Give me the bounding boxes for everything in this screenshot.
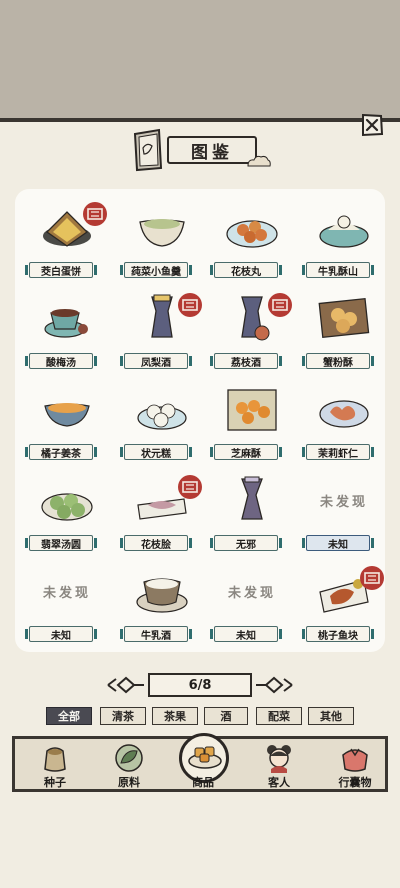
purple-vessel-dish-icon [241, 476, 263, 520]
collection-item[interactable]: 莼菜小鱼羹 [120, 202, 202, 282]
item-name-label: 花枝丸 [210, 262, 282, 278]
collection-item[interactable]: 翡翠汤圆 [25, 475, 107, 555]
collection-item[interactable]: 茉莉虾仁 [302, 384, 384, 464]
collection-item[interactable]: 荔枝酒 [210, 293, 292, 373]
shrimp-dish-icon [319, 400, 369, 428]
filter-all[interactable]: 全部 [46, 707, 92, 725]
sesame-box-dish-icon [227, 389, 277, 431]
new-stamp-icon [360, 566, 384, 590]
bundle-icon [342, 748, 368, 772]
nav-label-seeds: 种子 [44, 776, 66, 789]
item-name-label: 未知 [302, 535, 374, 551]
soup-green-dish-icon [139, 219, 185, 247]
collection-item[interactable]: 橘子姜茶 [25, 384, 107, 464]
new-stamp-icon [83, 202, 107, 226]
top-backdrop [0, 0, 400, 118]
item-name-label: 芝麻酥 [210, 444, 282, 460]
new-stamp-icon [268, 293, 292, 317]
nav-label-inventory: 行囊物 [338, 776, 372, 789]
item-name-label: 牛乳酥山 [302, 262, 374, 278]
item-name-label: 牛乳酒 [120, 626, 192, 642]
item-name-label: 无邪 [210, 535, 282, 551]
item-name-label: 蟹粉酥 [302, 353, 374, 369]
new-stamp-icon [178, 293, 202, 317]
item-name-label: 桃子鱼块 [302, 626, 374, 642]
collection-item-unknown[interactable]: 未发现未知 [210, 566, 292, 646]
collection-item[interactable]: 桃子鱼块 [302, 566, 384, 646]
item-name-label: 橘子姜茶 [25, 444, 97, 460]
collection-item[interactable]: 茭白蛋饼 [25, 202, 107, 282]
bottom-nav: 种子 原料 商品 客人 行囊物 [12, 733, 388, 792]
white-cakes-dish-icon [137, 403, 187, 430]
collection-item[interactable]: 牛乳酒 [120, 566, 202, 646]
plum-tea-dish-icon [44, 309, 88, 338]
nav-ingredients[interactable]: 原料 [99, 739, 159, 791]
item-name-label: 茭白蛋饼 [25, 262, 97, 278]
collection-item[interactable]: 酸梅汤 [25, 293, 107, 373]
pastry-tray-dish-icon [318, 297, 370, 339]
leaf-icon [115, 744, 143, 772]
undiscovered-text: 未发现 [227, 586, 276, 601]
nav-goods[interactable]: 商品 [173, 733, 233, 791]
item-name-label: 莼菜小鱼羹 [120, 262, 192, 278]
milk-wine-dish-icon [136, 578, 188, 613]
collection-item[interactable]: 花枝丸 [210, 202, 292, 282]
nav-inventory[interactable]: 行囊物 [325, 739, 385, 791]
pagination: 6/8 [104, 671, 296, 701]
title-plate: 图鉴 [167, 136, 257, 164]
collection-panel: 茭白蛋饼 莼菜小鱼羹 花枝丸 牛乳酥山酸梅汤 凤梨酒 荔枝酒 蟹粉酥橘子姜茶 状元糕 芝麻酥 茉莉… [15, 189, 385, 652]
item-name-label: 酸梅汤 [25, 353, 97, 369]
item-name-label: 荔枝酒 [210, 353, 282, 369]
collection-item[interactable]: 蟹粉酥 [302, 293, 384, 373]
top-divider [0, 118, 400, 122]
collection-item[interactable]: 状元糕 [120, 384, 202, 464]
balls-dish-icon [226, 220, 278, 248]
next-page-button[interactable] [256, 675, 296, 695]
collection-item[interactable]: 无邪 [210, 475, 292, 555]
book-icon [133, 128, 163, 172]
nav-guests[interactable]: 客人 [249, 739, 309, 791]
nav-seeds[interactable]: 种子 [25, 739, 85, 791]
filter-side-dishes[interactable]: 配菜 [256, 707, 302, 725]
filter-other[interactable]: 其他 [308, 707, 354, 725]
new-stamp-icon [178, 475, 202, 499]
guest-girl-icon [267, 745, 291, 773]
item-name-label: 花枝脍 [120, 535, 192, 551]
collection-item[interactable]: 芝麻酥 [210, 384, 292, 464]
collection-item[interactable]: 凤梨酒 [120, 293, 202, 373]
prev-page-button[interactable] [104, 675, 144, 695]
orange-tea-dish-icon [44, 403, 90, 427]
collection-item-unknown[interactable]: 未发现未知 [302, 475, 384, 555]
nav-label-guests: 客人 [268, 776, 290, 789]
filter-tea-snacks[interactable]: 茶果 [152, 707, 198, 725]
undiscovered-text: 未发现 [42, 586, 91, 601]
item-name-label: 状元糕 [120, 444, 192, 460]
close-icon[interactable] [359, 112, 385, 138]
nav-label-ingredients: 原料 [118, 776, 140, 789]
collection-item[interactable]: 花枝脍 [120, 475, 202, 555]
collection-item-unknown[interactable]: 未发现未知 [25, 566, 107, 646]
item-name-label: 未知 [210, 626, 282, 642]
item-name-label: 茉莉虾仁 [302, 444, 374, 460]
item-name-label: 翡翠汤圆 [25, 535, 97, 551]
cloud-ornament-icon [247, 155, 271, 167]
item-name-label: 凤梨酒 [120, 353, 192, 369]
category-filters: 全部 清茶 茶果 酒 配菜 其他 [46, 707, 356, 727]
dumpling-plate-icon [188, 746, 222, 769]
page-indicator: 6/8 [148, 673, 252, 697]
seed-sack-icon [44, 747, 66, 772]
filter-wine[interactable]: 酒 [204, 707, 248, 725]
item-name-label: 未知 [25, 626, 97, 642]
undiscovered-text: 未发现 [319, 495, 368, 510]
nav-label-goods: 商品 [192, 776, 214, 789]
page-title: 图鉴 [191, 142, 233, 163]
green-balls-dish-icon [41, 493, 93, 521]
collection-item[interactable]: 牛乳酥山 [302, 202, 384, 282]
bowl-teal-dish-icon [319, 215, 369, 248]
filter-tea[interactable]: 清茶 [100, 707, 146, 725]
